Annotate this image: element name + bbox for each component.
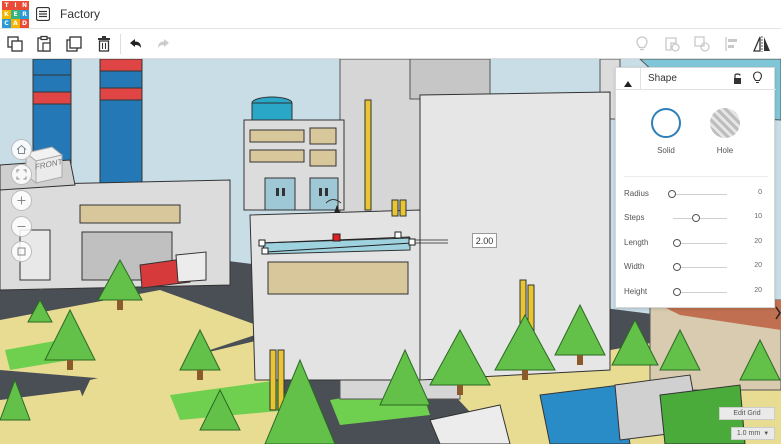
param-slider-track[interactable] — [673, 243, 727, 244]
edit-grid-button[interactable]: Edit Grid — [719, 407, 775, 420]
chevron-down-icon: ▼ — [763, 430, 770, 437]
param-slider-track[interactable] — [673, 194, 727, 195]
param-label: Steps — [624, 213, 645, 222]
solid-label: Solid — [657, 146, 675, 155]
param-slider-track[interactable] — [673, 218, 727, 219]
param-row-radius: Radius 0 — [616, 186, 776, 202]
redo-icon[interactable] — [154, 34, 174, 54]
copy-icon[interactable] — [5, 34, 25, 54]
param-slider-thumb[interactable] — [673, 288, 682, 296]
lock-icon[interactable] — [732, 72, 743, 90]
zoom-out-icon[interactable] — [11, 216, 32, 237]
zoom-in-icon[interactable] — [11, 190, 32, 211]
param-slider-thumb[interactable] — [692, 214, 701, 222]
logo-letter: E — [11, 10, 20, 19]
tinkercad-logo[interactable]: TINKERCAD — [2, 1, 29, 28]
param-value[interactable]: 20 — [754, 238, 762, 245]
group-shapes-icon[interactable] — [662, 34, 682, 54]
param-row-height: Height 20 — [616, 284, 776, 300]
project-title[interactable]: Factory — [60, 7, 100, 21]
hole-option[interactable]: Hole — [705, 108, 745, 155]
param-row-width: Width 20 — [616, 259, 776, 275]
top-bar: TINKERCAD Factory — [0, 0, 781, 29]
hole-swatch[interactable] — [710, 108, 740, 138]
align-icon[interactable] — [722, 34, 742, 54]
shape-panel-title: Shape — [648, 73, 677, 84]
param-label: Length — [624, 238, 649, 247]
duplicate-icon[interactable] — [64, 34, 84, 54]
perspective-icon[interactable] — [11, 241, 32, 262]
logo-letter: I — [11, 1, 20, 10]
hole-label: Hole — [716, 146, 734, 155]
param-row-length: Length 20 — [616, 235, 776, 251]
param-slider-track[interactable] — [673, 267, 727, 268]
logo-letter: T — [2, 1, 11, 10]
shape-panel-header: Shape — [616, 68, 776, 90]
home-view-icon[interactable] — [11, 139, 32, 160]
panel-divider — [640, 68, 641, 90]
snap-grid-select[interactable]: 1.0 mm ▼ — [731, 427, 775, 440]
paste-icon[interactable] — [34, 34, 54, 54]
lightbulb-visibility-icon[interactable] — [752, 71, 763, 90]
param-value[interactable]: 10 — [754, 213, 762, 220]
dimension-input[interactable]: 2.00 — [472, 233, 497, 248]
param-value[interactable]: 20 — [754, 287, 762, 294]
design-list-icon[interactable] — [35, 6, 51, 22]
fit-view-icon[interactable] — [11, 164, 32, 185]
ungroup-icon[interactable] — [692, 34, 712, 54]
logo-letter: D — [20, 19, 29, 28]
shape-inspector-panel: Shape Solid Hole Radius 0 Steps 10 Length 20 W… — [615, 67, 776, 308]
param-label: Height — [624, 287, 648, 296]
param-value[interactable]: 20 — [754, 262, 762, 269]
param-row-steps: Steps 10 — [616, 210, 776, 226]
panel-divider — [624, 176, 768, 177]
param-slider-thumb[interactable] — [668, 190, 676, 198]
logo-letter: N — [20, 1, 29, 10]
logo-letter: A — [11, 19, 20, 28]
param-slider-track[interactable] — [673, 292, 727, 293]
param-label: Width — [624, 262, 645, 271]
param-label: Radius — [624, 189, 649, 198]
logo-letter: K — [2, 10, 11, 19]
tinkercad-editor: TINKERCAD Factory FRONT 2.00 Shape Solid… — [0, 0, 781, 444]
panel-collapse-arrow-icon[interactable] — [775, 306, 781, 320]
logo-letter: C — [2, 19, 11, 28]
toolbar-separator — [120, 34, 121, 54]
undo-icon[interactable] — [125, 34, 145, 54]
edit-toolbar — [0, 29, 781, 59]
snap-grid-value: 1.0 mm — [736, 430, 761, 437]
logo-letter: R — [20, 10, 29, 19]
mirror-icon[interactable] — [752, 34, 772, 54]
param-value[interactable]: 0 — [758, 189, 762, 196]
delete-icon[interactable] — [94, 34, 114, 54]
param-slider-thumb[interactable] — [673, 263, 682, 271]
solid-swatch[interactable] — [651, 108, 681, 138]
collapse-panel-icon[interactable] — [623, 75, 633, 93]
param-slider-thumb[interactable] — [673, 239, 682, 247]
solid-option[interactable]: Solid — [646, 108, 686, 155]
lightbulb-icon[interactable] — [632, 34, 652, 54]
